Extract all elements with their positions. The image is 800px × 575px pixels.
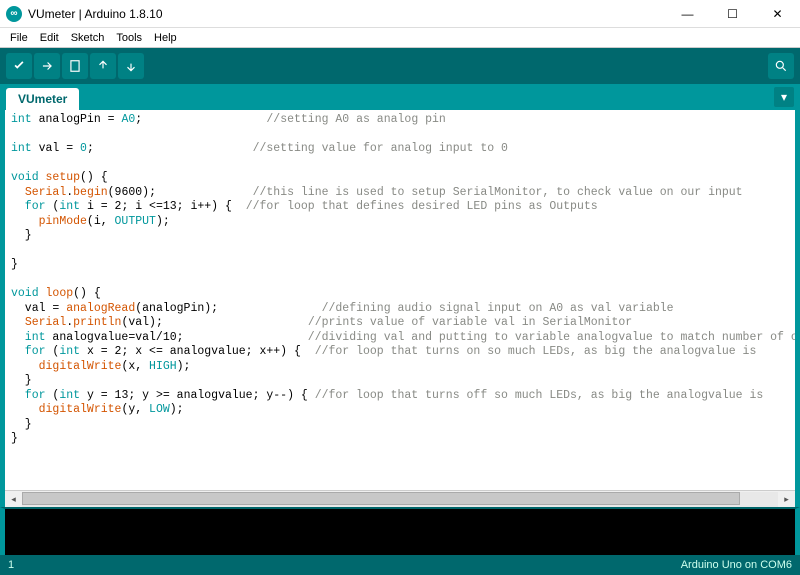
tab-active[interactable]: VUmeter xyxy=(6,88,79,110)
verify-button[interactable] xyxy=(6,53,32,79)
statusbar: 1 Arduino Uno on COM6 xyxy=(0,555,800,575)
serial-monitor-button[interactable] xyxy=(768,53,794,79)
editor-area: int analogPin = A0; //setting A0 as anal… xyxy=(0,110,800,507)
titlebar: ∞ VUmeter | Arduino 1.8.10 — ☐ ✕ xyxy=(0,0,800,28)
new-button[interactable] xyxy=(62,53,88,79)
scroll-track[interactable] xyxy=(22,492,778,507)
status-line-number: 1 xyxy=(8,559,14,571)
horizontal-scrollbar[interactable]: ◂ ▸ xyxy=(5,490,795,507)
maximize-button[interactable]: ☐ xyxy=(710,0,755,28)
status-board-port: Arduino Uno on COM6 xyxy=(681,559,792,571)
toolbar xyxy=(0,48,800,84)
menubar: File Edit Sketch Tools Help xyxy=(0,28,800,48)
upload-button[interactable] xyxy=(34,53,60,79)
menu-file[interactable]: File xyxy=(4,30,34,46)
app-icon: ∞ xyxy=(6,6,22,22)
menu-tools[interactable]: Tools xyxy=(110,30,148,46)
console-output xyxy=(0,507,800,555)
code-editor[interactable]: int analogPin = A0; //setting A0 as anal… xyxy=(5,110,795,490)
window-controls: — ☐ ✕ xyxy=(665,0,800,28)
scroll-left-icon[interactable]: ◂ xyxy=(5,492,22,507)
code-content: int analogPin = A0; //setting A0 as anal… xyxy=(11,113,789,447)
scroll-thumb[interactable] xyxy=(22,492,740,505)
tab-strip: VUmeter ▾ xyxy=(0,84,800,110)
minimize-button[interactable]: — xyxy=(665,0,710,28)
save-button[interactable] xyxy=(118,53,144,79)
window-title: VUmeter | Arduino 1.8.10 xyxy=(28,7,665,21)
menu-sketch[interactable]: Sketch xyxy=(65,30,111,46)
menu-help[interactable]: Help xyxy=(148,30,183,46)
tab-menu-button[interactable]: ▾ xyxy=(774,87,794,107)
menu-edit[interactable]: Edit xyxy=(34,30,65,46)
open-button[interactable] xyxy=(90,53,116,79)
scroll-right-icon[interactable]: ▸ xyxy=(778,492,795,507)
close-button[interactable]: ✕ xyxy=(755,0,800,28)
